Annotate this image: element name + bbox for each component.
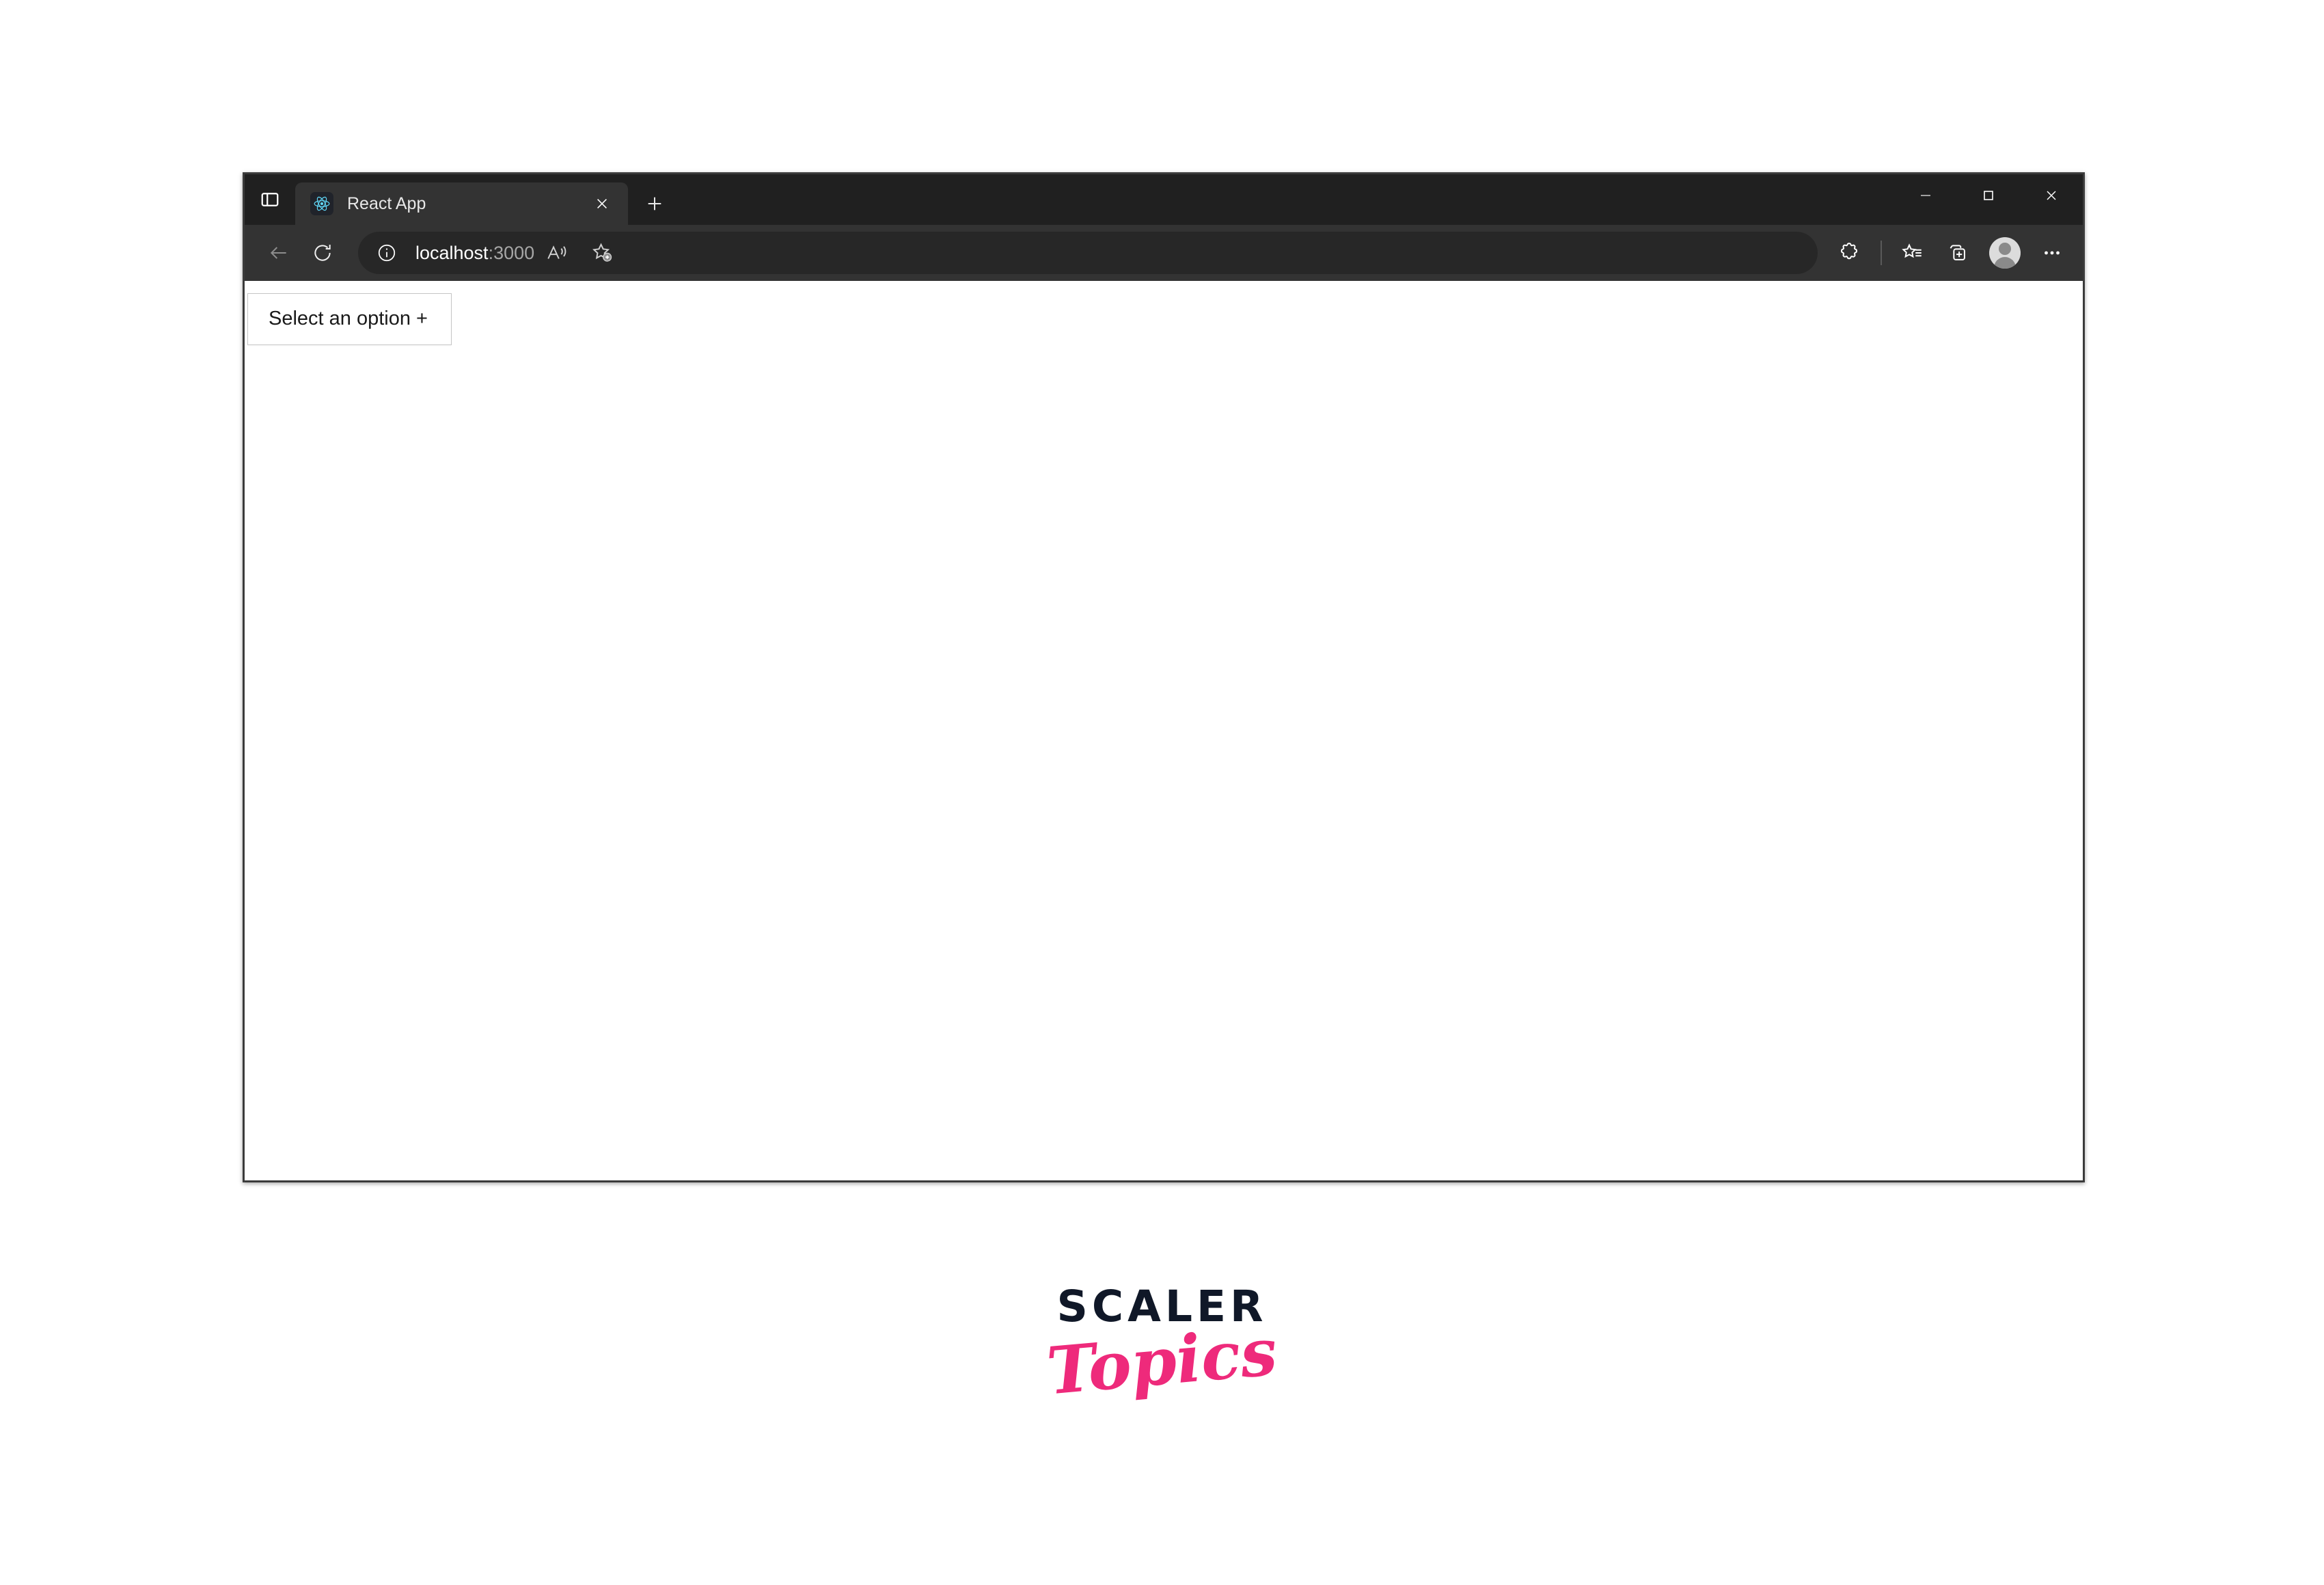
titlebar-drag-region bbox=[677, 182, 2083, 225]
settings-more-icon[interactable] bbox=[2029, 232, 2075, 274]
avatar bbox=[1989, 237, 2021, 269]
omnibox-actions bbox=[534, 232, 625, 274]
new-tab-button[interactable] bbox=[632, 182, 677, 225]
screenshot-root: React App localhost:3000 Select an optio… bbox=[0, 0, 2324, 1585]
toolbar-divider bbox=[1881, 241, 1882, 265]
select-option-dropdown[interactable]: Select an option + bbox=[247, 293, 452, 345]
window-controls bbox=[1894, 174, 2083, 225]
collections-icon[interactable] bbox=[1935, 232, 1980, 274]
browser-window: React App localhost:3000 Select an optio… bbox=[243, 172, 2085, 1182]
logo-topics-text: Topics bbox=[1043, 1314, 1281, 1410]
close-window-button[interactable] bbox=[2020, 174, 2083, 217]
react-icon bbox=[310, 192, 333, 215]
back-button[interactable] bbox=[257, 231, 301, 275]
minimize-button[interactable] bbox=[1894, 174, 1957, 217]
profile-button[interactable] bbox=[1980, 232, 2029, 274]
site-information-icon[interactable] bbox=[373, 239, 400, 267]
favorites-icon[interactable] bbox=[1890, 232, 1935, 274]
browser-tab-react-app[interactable]: React App bbox=[295, 182, 628, 225]
url-port: :3000 bbox=[488, 242, 535, 263]
refresh-button[interactable] bbox=[301, 231, 344, 275]
scaler-topics-logo: SCALER Topics bbox=[0, 1282, 2324, 1409]
add-favorite-icon[interactable] bbox=[579, 232, 625, 274]
browser-toolbar: localhost:3000 bbox=[245, 225, 2083, 281]
tab-title: React App bbox=[347, 193, 426, 213]
close-tab-icon[interactable] bbox=[588, 190, 616, 217]
logo-scaler-text: SCALER bbox=[1056, 1282, 1268, 1331]
tab-list-button[interactable] bbox=[245, 174, 295, 225]
address-bar-url: localhost:3000 bbox=[415, 243, 534, 264]
maximize-button[interactable] bbox=[1957, 174, 2020, 217]
read-aloud-icon[interactable] bbox=[534, 232, 579, 274]
page-viewport: Select an option + bbox=[245, 281, 2083, 1180]
extensions-icon[interactable] bbox=[1827, 232, 1872, 274]
address-bar[interactable]: localhost:3000 bbox=[358, 232, 1818, 274]
browser-title-bar: React App bbox=[245, 174, 2083, 225]
url-host: localhost bbox=[415, 242, 489, 263]
